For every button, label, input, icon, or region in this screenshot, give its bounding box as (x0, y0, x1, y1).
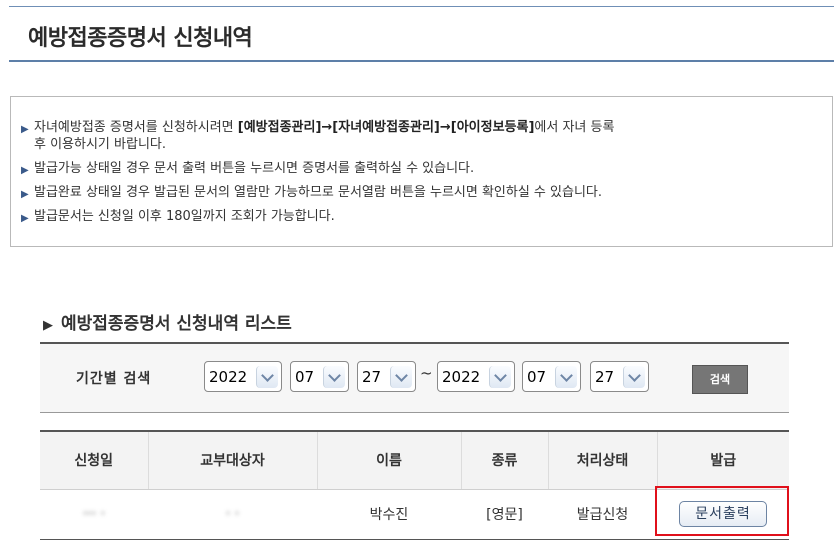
table-header-row: 신청일 교부대상자 이름 종류 처리상태 발급 (40, 430, 789, 490)
column-header-date: 신청일 (40, 430, 149, 490)
cell-status: 발급신청 (548, 489, 657, 540)
to-month-select[interactable]: 07 (522, 361, 581, 392)
info-item: ▶ 발급완료 상태일 경우 발급된 문서의 열람만 가능하므로 문서열람 버튼을… (21, 184, 822, 201)
bullet-triangle-icon: ▶ (21, 213, 29, 224)
to-year-select[interactable]: 2022 (437, 361, 515, 392)
cell-name: 박수진 (317, 489, 461, 540)
column-header-target: 교부대상자 (148, 430, 318, 490)
from-day-select[interactable]: 27 (357, 361, 416, 392)
cell-type: [영문] (461, 489, 548, 540)
list-title: ▶ 예방접종증명서 신청내역 리스트 (43, 314, 292, 334)
column-header-status: 처리상태 (548, 430, 658, 490)
bullet-triangle-icon: ▶ (21, 165, 29, 176)
range-separator: ~ (420, 364, 433, 382)
highlight-box (655, 486, 789, 536)
info-item: ▶ 발급문서는 신청일 이후 180일까지 조회가 가능합니다. (21, 208, 822, 225)
chevron-down-icon (623, 366, 645, 388)
page-title: 예방접종증명서 신청내역 (28, 26, 253, 51)
chevron-down-icon (256, 366, 278, 388)
title-divider (9, 60, 834, 62)
search-label: 기간별 검색 (76, 371, 152, 387)
cell-target: · · (148, 489, 317, 540)
from-year-select[interactable]: 2022 (204, 361, 282, 392)
chevron-down-icon (555, 366, 577, 388)
chevron-down-icon (390, 366, 412, 388)
search-panel: 기간별 검색 2022 07 27 ~ 2022 07 27 검색 (40, 342, 789, 413)
search-button[interactable]: 검색 (692, 365, 748, 394)
info-item: ▶ 자녀예방접종 증명서를 신청하시려면 [예방접종관리]→[자녀예방접종관리]… (21, 120, 615, 152)
bullet-triangle-icon: ▶ (21, 189, 29, 200)
cell-date: ··· · (40, 489, 148, 540)
section-triangle-icon: ▶ (43, 318, 53, 333)
column-header-issue: 발급 (657, 430, 789, 490)
top-divider (9, 6, 834, 7)
chevron-down-icon (489, 366, 511, 388)
column-header-name: 이름 (317, 430, 462, 490)
info-item: ▶ 발급가능 상태일 경우 문서 출력 버튼을 누르시면 증명서를 출력하실 수… (21, 160, 822, 177)
bullet-triangle-icon: ▶ (21, 124, 29, 135)
chevron-down-icon (323, 366, 345, 388)
from-month-select[interactable]: 07 (290, 361, 349, 392)
menu-path: [예방접종관리]→[자녀예방접종관리]→[아이정보등록] (237, 120, 535, 135)
info-box: ▶ 자녀예방접종 증명서를 신청하시려면 [예방접종관리]→[자녀예방접종관리]… (10, 96, 833, 247)
column-header-type: 종류 (461, 430, 549, 490)
to-day-select[interactable]: 27 (590, 361, 649, 392)
